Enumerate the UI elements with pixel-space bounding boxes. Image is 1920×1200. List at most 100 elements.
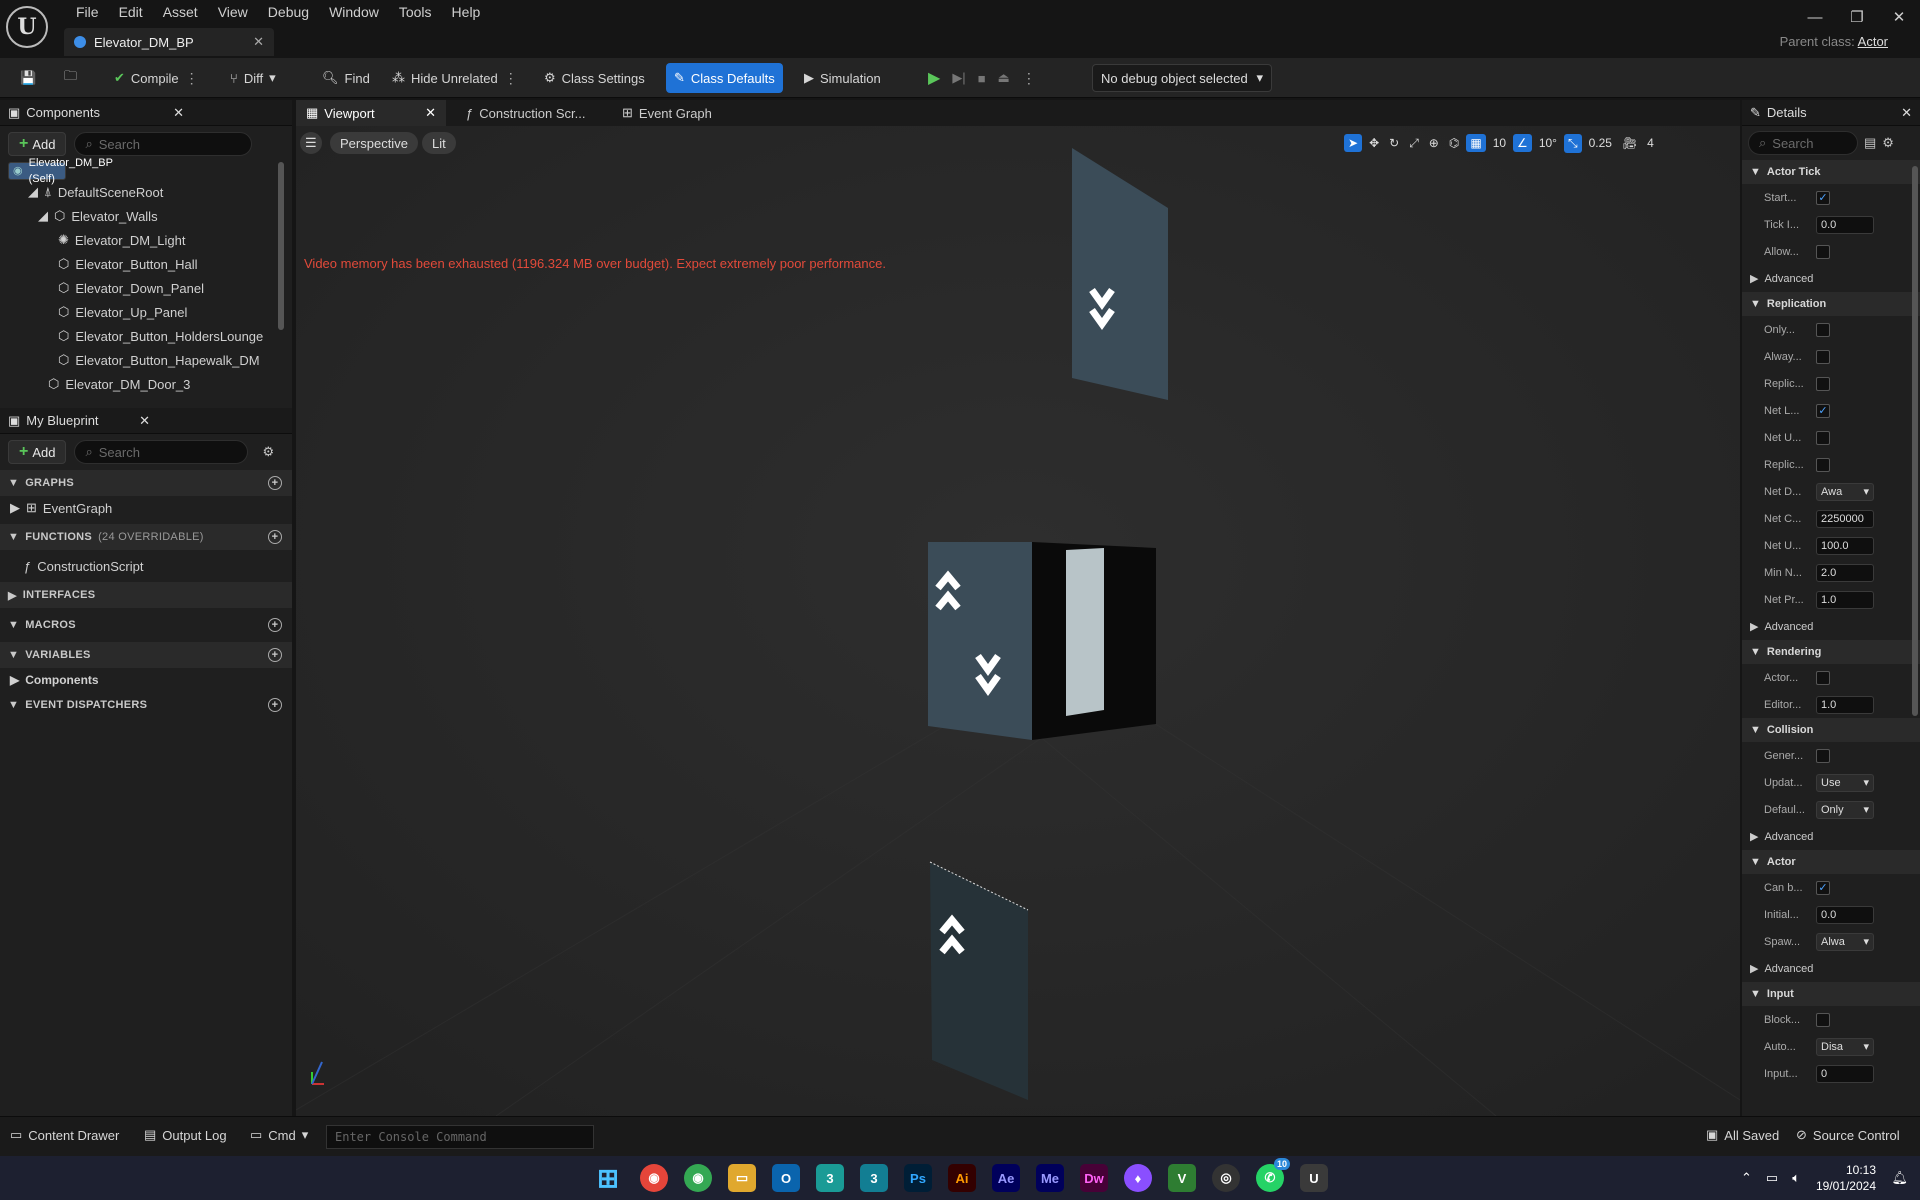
menu-view[interactable]: View	[208, 1, 258, 23]
save-icon[interactable]: 💾	[12, 63, 44, 93]
property-checkbox[interactable]	[1816, 748, 1830, 763]
world-icon[interactable]: ⊕	[1426, 136, 1442, 150]
start-icon[interactable]: ⊞	[594, 1163, 622, 1193]
property-dropdown[interactable]: Only ▾	[1816, 800, 1874, 819]
browse-icon[interactable]: 🗀	[56, 63, 85, 93]
class-defaults-button[interactable]: ✎ Class Defaults	[666, 63, 783, 93]
vray-icon[interactable]: V	[1168, 1164, 1196, 1192]
content-drawer-button[interactable]: ▭ Content Drawer	[10, 1127, 119, 1143]
tab-event-graph[interactable]: ⊞ Event Graph	[612, 100, 722, 126]
step-icon[interactable]: ▶|	[952, 70, 965, 86]
chevron-up-icon[interactable]: ⌃	[1741, 1170, 1752, 1186]
close-panel-icon[interactable]: ✕	[173, 105, 184, 121]
lit-button[interactable]: Lit	[422, 132, 456, 154]
tab-viewport[interactable]: ▦ Viewport ✕	[296, 100, 446, 126]
eject-icon[interactable]: ⏏	[998, 70, 1010, 86]
grid-snap-value[interactable]: 10	[1490, 136, 1509, 150]
source-control-button[interactable]: ⊘ Source Control	[1796, 1127, 1900, 1143]
scale-icon[interactable]: ⤢	[1406, 136, 1422, 151]
whatsapp-icon[interactable]: ✆ 10	[1256, 1158, 1290, 1192]
add-member-button[interactable]: + Add	[8, 440, 67, 464]
monitor-icon[interactable]: ▭	[1766, 1170, 1778, 1186]
unreal-logo-icon[interactable]: U	[6, 6, 48, 48]
console-input[interactable]: Enter Console Command	[326, 1125, 594, 1149]
parent-class-link[interactable]: Actor	[1858, 34, 1888, 49]
blueprint-search-input[interactable]: ⌕ Search	[74, 440, 249, 464]
section-event-dispatchers[interactable]: ▼ EVENT DISPATCHERS +	[0, 692, 292, 718]
minimize-icon[interactable]: —	[1794, 9, 1836, 26]
section-variables[interactable]: ▼ VARIABLES +	[0, 642, 292, 668]
restore-icon[interactable]: ❐	[1836, 8, 1878, 26]
outlook-icon[interactable]: O	[772, 1164, 800, 1192]
3ds-max-icon[interactable]: 3	[816, 1164, 844, 1192]
compile-options-icon[interactable]: ⋮	[185, 70, 199, 87]
add-macro-icon[interactable]: +	[268, 618, 282, 632]
hide-options-icon[interactable]: ⋮	[504, 70, 518, 87]
section-macros[interactable]: ▼ MACROS +	[0, 612, 292, 638]
class-settings-button[interactable]: ⚙ Class Settings	[536, 63, 653, 93]
simulation-button[interactable]: ▶ Simulation	[796, 63, 889, 93]
bulb-app-icon[interactable]: ♦	[1124, 1164, 1152, 1192]
close-panel-icon[interactable]: ✕	[1901, 105, 1912, 121]
property-checkbox[interactable]: ✓	[1816, 880, 1830, 895]
close-window-icon[interactable]: ✕	[1878, 8, 1920, 26]
property-checkbox[interactable]	[1816, 376, 1830, 391]
surface-snap-icon[interactable]: ⌬	[1446, 136, 1462, 150]
add-dispatcher-icon[interactable]: +	[268, 698, 282, 712]
property-checkbox[interactable]: ✓	[1816, 190, 1830, 205]
viewport-canvas[interactable]	[296, 100, 1740, 1116]
perspective-button[interactable]: Perspective	[330, 132, 418, 154]
property-checkbox[interactable]: ✓	[1816, 403, 1830, 418]
cmd-select[interactable]: ▭ Cmd ▾	[250, 1127, 308, 1143]
section-interfaces[interactable]: ▶ INTERFACES	[0, 582, 292, 608]
property-checkbox[interactable]	[1816, 430, 1830, 445]
menu-help[interactable]: Help	[442, 1, 491, 23]
property-dropdown[interactable]: Disa ▾	[1816, 1037, 1874, 1056]
advanced-toggle[interactable]: ▶ Advanced	[1742, 823, 1920, 850]
property-number-field[interactable]: 0.0	[1816, 215, 1874, 234]
select-icon[interactable]: ➤	[1344, 134, 1363, 152]
components-scrollbar[interactable]	[278, 162, 284, 330]
menu-edit[interactable]: Edit	[109, 1, 153, 23]
close-tab-icon[interactable]: ✕	[425, 105, 436, 121]
add-variable-icon[interactable]: +	[268, 648, 282, 662]
tree-item-button-holders[interactable]: ⬡ Elevator_Button_HoldersLounge	[8, 324, 272, 348]
property-number-field[interactable]: 2250000	[1816, 509, 1874, 528]
details-search-input[interactable]: ⌕ Search	[1748, 131, 1858, 155]
tree-item-down-panel[interactable]: ⬡ Elevator_Down_Panel	[8, 276, 272, 300]
property-checkbox[interactable]	[1816, 1012, 1830, 1027]
advanced-toggle[interactable]: ▶ Advanced	[1742, 955, 1920, 982]
variables-components-category[interactable]: ▶ Components	[0, 668, 292, 692]
settings-gear-icon[interactable]: ⚙	[1882, 135, 1894, 151]
tree-item-light[interactable]: ✺ Elevator_DM_Light	[8, 228, 272, 252]
details-section-header[interactable]: ▼ Actor	[1742, 850, 1920, 874]
details-section-header[interactable]: ▼ Replication	[1742, 292, 1920, 316]
chrome-icon[interactable]: ◉	[684, 1164, 712, 1192]
property-number-field[interactable]: 1.0	[1816, 695, 1874, 714]
obs-icon[interactable]: ◎	[1212, 1164, 1240, 1192]
components-search-input[interactable]: ⌕ Search	[74, 132, 253, 156]
add-component-button[interactable]: + Add	[8, 132, 67, 156]
play-options-icon[interactable]: ⋮	[1022, 70, 1036, 87]
camera-speed-icon[interactable]: 🎥︎	[1619, 136, 1640, 150]
construction-script-item[interactable]: ƒ ConstructionScript	[0, 554, 292, 578]
property-number-field[interactable]: 0.0	[1816, 905, 1874, 924]
property-dropdown[interactable]: Awa ▾	[1816, 482, 1874, 501]
property-number-field[interactable]: 2.0	[1816, 563, 1874, 582]
rotation-snap-icon[interactable]: ∠	[1513, 134, 1532, 152]
grid-snap-icon[interactable]: ▦	[1466, 134, 1486, 152]
document-tab[interactable]: Elevator_DM_BP ✕	[64, 28, 274, 56]
scale-snap-icon[interactable]: ⤡	[1563, 133, 1582, 153]
close-tab-icon[interactable]: ✕	[253, 34, 264, 50]
tree-item-up-panel[interactable]: ⬡ Elevator_Up_Panel	[8, 300, 272, 324]
illustrator-icon[interactable]: Ai	[948, 1164, 976, 1192]
photoshop-icon[interactable]: Ps	[904, 1164, 932, 1192]
dreamweaver-icon[interactable]: Dw	[1080, 1164, 1108, 1192]
property-number-field[interactable]: 0	[1816, 1064, 1874, 1083]
section-functions[interactable]: ▼ FUNCTIONS (24 OVERRIDABLE) +	[0, 524, 292, 550]
property-number-field[interactable]: 1.0	[1816, 590, 1874, 609]
menu-window[interactable]: Window	[319, 1, 389, 23]
find-button[interactable]: 🔍︎ Find	[314, 63, 378, 93]
hamburger-menu-icon[interactable]: ☰	[300, 132, 322, 154]
advanced-toggle[interactable]: ▶ Advanced	[1742, 613, 1920, 640]
